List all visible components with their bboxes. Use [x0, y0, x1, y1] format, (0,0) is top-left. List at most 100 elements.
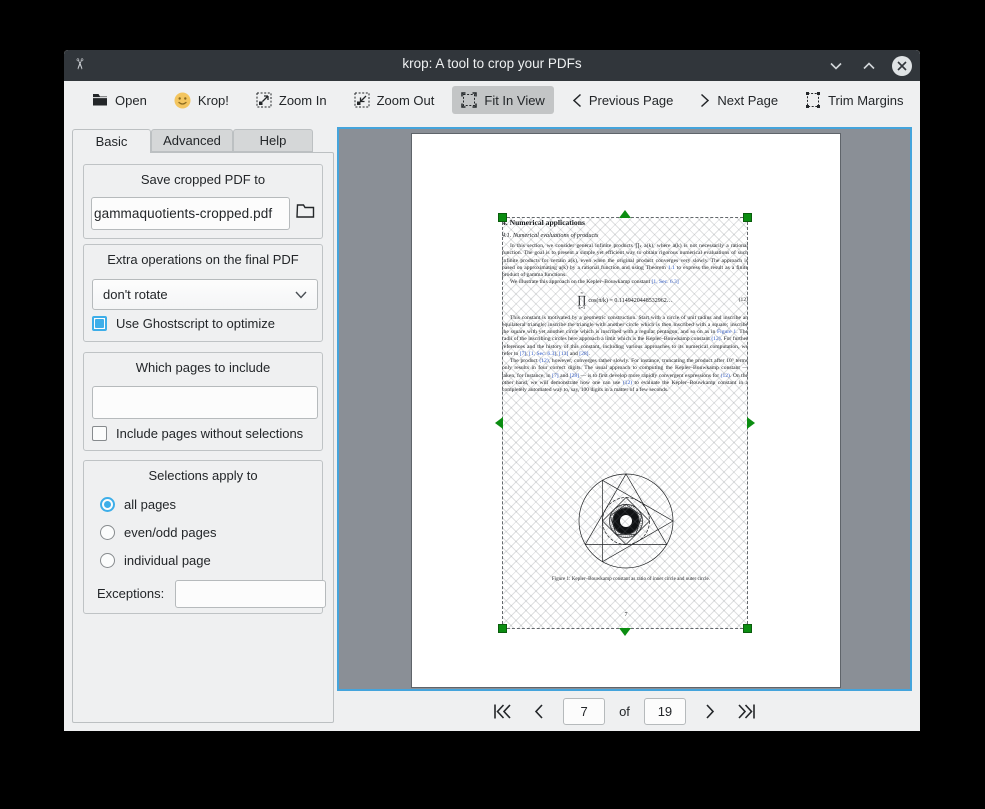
pages-group-title: Which pages to include [84, 360, 322, 375]
radio-individual-page[interactable]: individual page [100, 553, 211, 568]
trim-margins-label: Trim Margins [828, 93, 903, 108]
save-group: Save cropped PDF to gammaquotients-cropp… [83, 164, 323, 239]
pdf-page[interactable]: 4. Numerical applications 4.1. Numerical… [411, 133, 841, 688]
radio-individual-label: individual page [124, 553, 211, 568]
chevron-left-icon [572, 93, 582, 108]
zoom-in-icon [256, 92, 272, 108]
chevron-up-icon [863, 62, 875, 70]
zoom-out-label: Zoom Out [377, 93, 435, 108]
selection-handle-right[interactable] [747, 417, 755, 429]
trim-margins-button[interactable]: Trim Margins [796, 86, 912, 114]
include-pages-checkbox-row[interactable]: Include pages without selections [92, 426, 303, 441]
selections-group: Selections apply to all pages even/odd p… [83, 460, 323, 614]
exceptions-input-wrap [175, 580, 326, 608]
selection-handle-top-right[interactable] [743, 213, 752, 222]
pages-input[interactable] [93, 387, 317, 418]
trim-margins-icon [805, 92, 821, 108]
extra-operations-group: Extra operations on the final PDF don't … [83, 244, 323, 342]
radio-all-pages-control[interactable] [100, 497, 115, 512]
pages-input-wrap [92, 386, 318, 419]
filename-input[interactable]: gammaquotients-cropped.pdf [91, 197, 290, 230]
zoom-out-button[interactable]: Zoom Out [345, 86, 444, 114]
ghostscript-checkbox-row[interactable]: Use Ghostscript to optimize [92, 316, 275, 331]
chevron-left-icon [533, 703, 544, 720]
tab-help-label: Help [260, 133, 287, 148]
ghostscript-checkbox[interactable] [92, 316, 107, 331]
next-page-button[interactable]: Next Page [691, 87, 787, 114]
maximize-button[interactable] [859, 56, 879, 76]
tab-advanced[interactable]: Advanced [151, 129, 233, 152]
current-page-value: 7 [580, 704, 587, 719]
folder-icon [92, 93, 108, 107]
radio-all-pages-label: all pages [124, 497, 176, 512]
total-pages-field: 19 [644, 698, 686, 725]
tab-advanced-label: Advanced [163, 133, 221, 148]
chevron-right-icon [700, 93, 710, 108]
radio-even-odd-pages[interactable]: even/odd pages [100, 525, 217, 540]
previous-page-nav-button[interactable] [527, 700, 549, 722]
sidebar-panel: Save cropped PDF to gammaquotients-cropp… [72, 152, 334, 723]
ghostscript-label: Use Ghostscript to optimize [116, 316, 275, 331]
folder-open-icon [296, 203, 315, 219]
tab-basic-label: Basic [96, 134, 128, 149]
zoom-in-label: Zoom In [279, 93, 327, 108]
rotate-dropdown-value: don't rotate [103, 287, 168, 302]
krop-label: Krop! [198, 93, 229, 108]
radio-even-odd-label: even/odd pages [124, 525, 217, 540]
pages-group: Which pages to include Include pages wit… [83, 352, 323, 451]
exceptions-input[interactable] [176, 581, 325, 607]
fit-in-view-button[interactable]: Fit In View [452, 86, 553, 114]
include-pages-checkbox[interactable] [92, 426, 107, 441]
fit-in-view-icon [461, 92, 477, 108]
current-page-field[interactable]: 7 [563, 698, 605, 725]
browse-file-button[interactable] [296, 203, 315, 224]
radio-individual-control[interactable] [100, 553, 115, 568]
exceptions-label: Exceptions: [97, 586, 164, 601]
crop-selection[interactable] [502, 217, 748, 629]
last-page-button[interactable] [736, 700, 758, 722]
chevron-down-icon [295, 291, 307, 299]
app-window: ✂ krop: A tool to crop your PDFs Open Kr… [64, 50, 920, 731]
selection-handle-left[interactable] [495, 417, 503, 429]
last-page-icon [737, 703, 756, 720]
rotate-dropdown[interactable]: don't rotate [92, 279, 318, 310]
toolbar: Open Krop! Zoom In Zoom Out Fit In View … [64, 81, 920, 119]
fit-in-view-label: Fit In View [484, 93, 544, 108]
pdf-viewport[interactable]: 4. Numerical applications 4.1. Numerical… [337, 127, 912, 691]
filename-value: gammaquotients-cropped.pdf [91, 198, 272, 229]
next-page-label: Next Page [717, 93, 778, 108]
chevron-right-icon [705, 703, 716, 720]
open-label: Open [115, 93, 147, 108]
selection-handle-bottom[interactable] [619, 628, 631, 636]
close-icon [897, 61, 907, 71]
selections-group-title: Selections apply to [84, 468, 322, 483]
previous-page-label: Previous Page [589, 93, 674, 108]
chevron-down-icon [830, 62, 842, 70]
minimize-button[interactable] [826, 56, 846, 76]
include-pages-label: Include pages without selections [116, 426, 303, 441]
first-page-icon [493, 703, 512, 720]
radio-all-pages[interactable]: all pages [100, 497, 176, 512]
selection-handle-bottom-right[interactable] [743, 624, 752, 633]
page-navigation: 7 of 19 [337, 691, 912, 731]
window-title: krop: A tool to crop your PDFs [64, 56, 920, 71]
save-group-title: Save cropped PDF to [84, 172, 322, 187]
total-pages-value: 19 [658, 704, 672, 719]
open-button[interactable]: Open [83, 87, 156, 114]
zoom-out-icon [354, 92, 370, 108]
selection-handle-top[interactable] [619, 210, 631, 218]
of-label: of [619, 704, 630, 719]
radio-even-odd-control[interactable] [100, 525, 115, 540]
close-button[interactable] [892, 56, 912, 76]
tab-basic[interactable]: Basic [72, 129, 151, 153]
tab-help[interactable]: Help [233, 129, 313, 152]
next-page-nav-button[interactable] [700, 700, 722, 722]
titlebar[interactable]: ✂ krop: A tool to crop your PDFs [64, 50, 920, 81]
previous-page-button[interactable]: Previous Page [563, 87, 683, 114]
krop-button[interactable]: Krop! [165, 86, 238, 115]
first-page-button[interactable] [491, 700, 513, 722]
selection-handle-top-left[interactable] [498, 213, 507, 222]
extra-group-title: Extra operations on the final PDF [84, 252, 322, 267]
zoom-in-button[interactable]: Zoom In [247, 86, 336, 114]
selection-handle-bottom-left[interactable] [498, 624, 507, 633]
